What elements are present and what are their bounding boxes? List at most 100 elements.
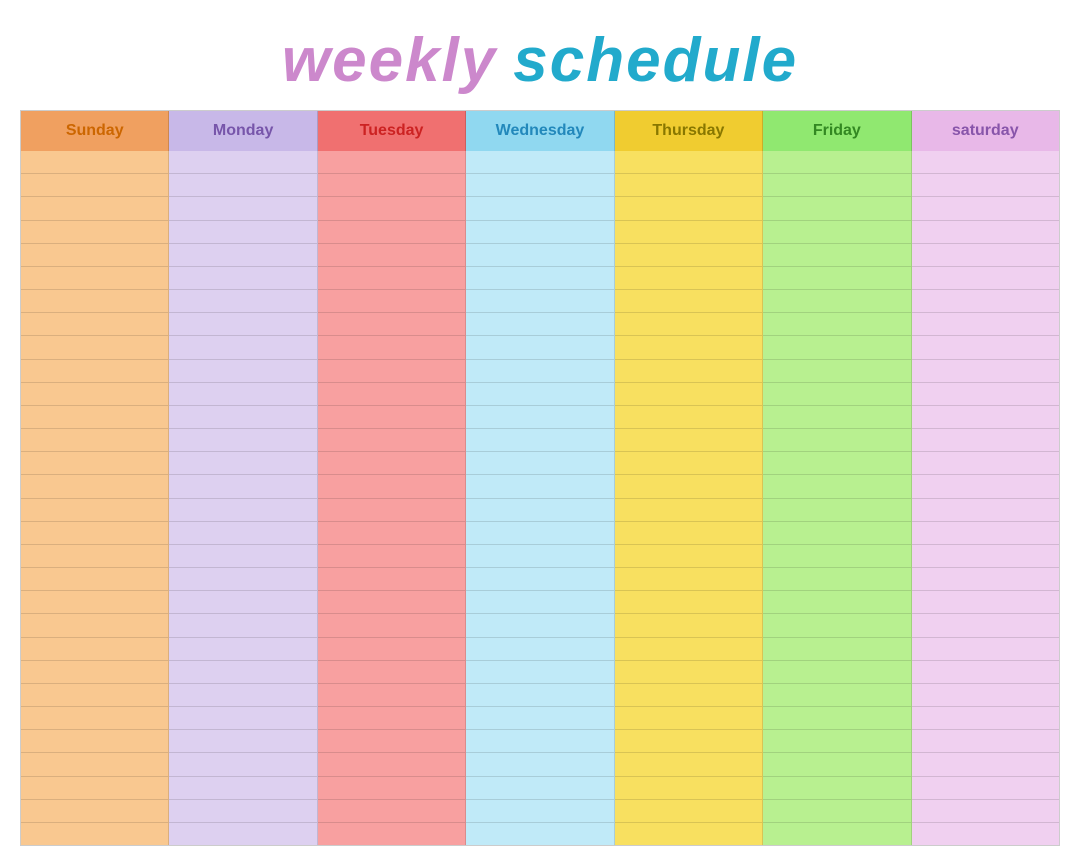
line-row[interactable] <box>615 429 762 452</box>
line-row[interactable] <box>21 499 168 522</box>
line-row[interactable] <box>169 383 316 406</box>
line-row[interactable] <box>466 475 613 498</box>
line-row[interactable] <box>21 707 168 730</box>
line-row[interactable] <box>169 499 316 522</box>
line-row[interactable] <box>763 499 910 522</box>
line-row[interactable] <box>169 174 316 197</box>
line-row[interactable] <box>912 151 1059 174</box>
line-row[interactable] <box>21 753 168 776</box>
line-row[interactable] <box>466 429 613 452</box>
line-row[interactable] <box>466 290 613 313</box>
line-row[interactable] <box>21 429 168 452</box>
line-row[interactable] <box>615 638 762 661</box>
line-row[interactable] <box>763 545 910 568</box>
line-row[interactable] <box>615 244 762 267</box>
line-row[interactable] <box>763 244 910 267</box>
line-row[interactable] <box>466 730 613 753</box>
line-row[interactable] <box>169 475 316 498</box>
line-row[interactable] <box>912 429 1059 452</box>
line-row[interactable] <box>615 545 762 568</box>
line-row[interactable] <box>912 383 1059 406</box>
line-row[interactable] <box>466 777 613 800</box>
line-row[interactable] <box>466 406 613 429</box>
line-row[interactable] <box>466 661 613 684</box>
line-row[interactable] <box>318 452 465 475</box>
line-row[interactable] <box>615 591 762 614</box>
line-row[interactable] <box>912 267 1059 290</box>
line-row[interactable] <box>169 730 316 753</box>
line-row[interactable] <box>763 429 910 452</box>
line-row[interactable] <box>169 429 316 452</box>
line-row[interactable] <box>466 522 613 545</box>
line-row[interactable] <box>615 614 762 637</box>
line-row[interactable] <box>169 661 316 684</box>
line-row[interactable] <box>763 360 910 383</box>
line-row[interactable] <box>912 475 1059 498</box>
line-row[interactable] <box>21 313 168 336</box>
line-row[interactable] <box>466 267 613 290</box>
line-row[interactable] <box>763 267 910 290</box>
line-row[interactable] <box>318 313 465 336</box>
line-row[interactable] <box>318 267 465 290</box>
line-row[interactable] <box>318 614 465 637</box>
line-row[interactable] <box>21 777 168 800</box>
line-row[interactable] <box>912 244 1059 267</box>
line-row[interactable] <box>169 267 316 290</box>
line-row[interactable] <box>318 360 465 383</box>
line-row[interactable] <box>169 545 316 568</box>
line-row[interactable] <box>466 197 613 220</box>
line-row[interactable] <box>615 475 762 498</box>
line-row[interactable] <box>615 452 762 475</box>
line-row[interactable] <box>466 151 613 174</box>
line-row[interactable] <box>169 151 316 174</box>
line-row[interactable] <box>169 707 316 730</box>
line-row[interactable] <box>21 290 168 313</box>
day-column-sunday[interactable] <box>21 151 169 845</box>
line-row[interactable] <box>912 197 1059 220</box>
line-row[interactable] <box>21 661 168 684</box>
line-row[interactable] <box>912 499 1059 522</box>
line-row[interactable] <box>21 221 168 244</box>
line-row[interactable] <box>466 244 613 267</box>
line-row[interactable] <box>912 823 1059 845</box>
line-row[interactable] <box>615 151 762 174</box>
line-row[interactable] <box>318 197 465 220</box>
line-row[interactable] <box>21 174 168 197</box>
line-row[interactable] <box>615 568 762 591</box>
line-row[interactable] <box>912 777 1059 800</box>
line-row[interactable] <box>21 360 168 383</box>
line-row[interactable] <box>318 499 465 522</box>
line-row[interactable] <box>466 614 613 637</box>
line-row[interactable] <box>466 221 613 244</box>
line-row[interactable] <box>318 638 465 661</box>
line-row[interactable] <box>169 638 316 661</box>
line-row[interactable] <box>466 174 613 197</box>
line-row[interactable] <box>615 753 762 776</box>
line-row[interactable] <box>318 568 465 591</box>
line-row[interactable] <box>763 568 910 591</box>
line-row[interactable] <box>763 661 910 684</box>
line-row[interactable] <box>763 475 910 498</box>
line-row[interactable] <box>615 267 762 290</box>
line-row[interactable] <box>615 221 762 244</box>
line-row[interactable] <box>615 707 762 730</box>
line-row[interactable] <box>318 777 465 800</box>
line-row[interactable] <box>318 429 465 452</box>
line-row[interactable] <box>763 383 910 406</box>
line-row[interactable] <box>21 522 168 545</box>
line-row[interactable] <box>318 406 465 429</box>
line-row[interactable] <box>21 406 168 429</box>
line-row[interactable] <box>21 475 168 498</box>
line-row[interactable] <box>615 499 762 522</box>
line-row[interactable] <box>466 753 613 776</box>
line-row[interactable] <box>615 823 762 845</box>
line-row[interactable] <box>318 336 465 359</box>
line-row[interactable] <box>21 267 168 290</box>
line-row[interactable] <box>318 174 465 197</box>
line-row[interactable] <box>318 151 465 174</box>
line-row[interactable] <box>763 753 910 776</box>
line-row[interactable] <box>763 313 910 336</box>
line-row[interactable] <box>466 823 613 845</box>
line-row[interactable] <box>318 383 465 406</box>
line-row[interactable] <box>169 753 316 776</box>
